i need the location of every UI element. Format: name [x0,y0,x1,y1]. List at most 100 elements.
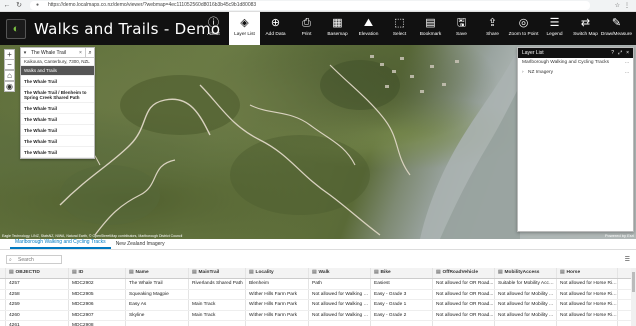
column-header[interactable]: ▤ OffRoadVehicle [433,268,495,278]
map-attribution: Eagle Technology, LINZ, StatsNZ, NIWA, N… [2,234,183,238]
toolbar-share-button[interactable]: ⇪ Share [477,12,508,45]
table-row[interactable]: 4258 MDC2905 Squeaking Magpie Wither Hills … [0,289,636,300]
table-row[interactable]: 4260 MDC2907 Skyline Main Track Wither Hills… [0,310,636,321]
column-header[interactable]: ▤ MobilityAccess [495,268,557,278]
toolbar-elevation-button[interactable]: ⛰ Elevation [353,12,384,45]
search-button[interactable]: ⌕ [85,47,94,58]
address-bar[interactable]: ● https://demo.localmaps.co.nz/demo/view… [30,1,590,10]
toolbar-switch-map-button[interactable]: ⇄ Switch Map [570,12,601,45]
table-cell [189,321,246,326]
column-header[interactable]: ▤ OBJECTID [6,268,69,278]
tab-walking-cycling[interactable]: Marlborough Walking and Cycling Tracks [10,239,111,249]
layer-menu-icon[interactable]: ... [625,70,629,76]
table-cell: Skyline [126,310,189,320]
field-type-icon: ▤ [312,270,317,275]
table-cell [495,321,557,326]
layer-menu-icon[interactable]: ... [625,60,629,66]
basemap-icon: ▦ [332,17,343,29]
toolbar-label: Save [456,32,467,37]
suggestion-item[interactable]: The Whale Trail [21,103,94,114]
draw-measure-icon: ✎ [611,17,622,29]
table-cell: MDC2906 [69,300,126,310]
table-cell [189,289,246,299]
table-cell: Not allowed for Horse Ridi... [557,300,618,310]
elevation-icon: ⛰ [363,17,374,29]
source-dropdown-icon[interactable]: ▾ [21,50,29,56]
layer-list-title: Layer List [522,50,544,56]
esri-credit[interactable]: Powered by Esri [605,233,634,238]
table-cell: Path [309,279,371,289]
toolbar-select-button[interactable]: ⬚ Select [384,12,415,45]
table-cell: Blenheim [246,279,309,289]
suggestion-item[interactable]: The Whale Trail [21,114,94,125]
column-header[interactable]: ▤ Name [126,268,189,278]
toolbar-layer-list-button[interactable]: ◈ Layer List [229,12,260,45]
toolbar-draw-measure-button[interactable]: ✎ Draw/Measure [601,12,632,45]
suggestion-item[interactable]: The Whale Trail [21,136,94,147]
column-header[interactable]: ▤ Bike [371,268,433,278]
url-text: https://demo.localmaps.co.nz/demo/viewer… [48,2,257,8]
table-row[interactable]: 4261 MDC2908 [0,321,636,326]
browser-actions: ☆ ⋮ [615,2,630,9]
menu-icon[interactable]: ☰ [625,256,630,263]
table-cell: Not allowed for OR Road... [433,289,495,299]
table-cell: Not allowed for Mobility Acc... [495,289,557,299]
help-icon[interactable]: ? [611,48,614,58]
toolbar-print-button[interactable]: ⎙ Print [291,12,322,45]
column-header[interactable]: ▤ Locality [246,268,309,278]
menu-icon[interactable]: ⋮ [624,2,630,9]
table-cell: Easy - Grade 1 [371,300,433,310]
star-icon[interactable]: ☆ [615,2,620,9]
legend-icon: ☰ [549,17,560,29]
column-header[interactable]: ▤ ID [69,268,126,278]
suggestion-item[interactable]: The Whale Trail / Blenheim to Spring Cre… [21,87,94,103]
table-cell: Not allowed for OR Road... [433,279,495,289]
search-widget: ▾ The Whale Trail × ⌕ Kaikoura, Canterbu… [20,47,95,159]
address-suggestion[interactable]: Kaikoura, Canterbury, 7300, NZL [21,58,94,66]
table-row[interactable]: 4259 MDC2906 Easy As Main Track Wither Hills… [0,300,636,311]
table-cell: 4259 [6,300,69,310]
table-cell: MDC2902 [69,279,126,289]
locate-button[interactable]: ◉ [4,81,15,92]
table-cell [126,321,189,326]
layer-item[interactable]: › NZ Imagery ... [518,68,633,78]
toolbar-bookmark-button[interactable]: ▤ Bookmark [415,12,446,45]
table-cell: Wither Hills Farm Park [246,300,309,310]
table-cell: Squeaking Magpie [126,289,189,299]
maximize-icon[interactable]: ⤢ [618,48,622,58]
table-cell: Not allowed for OR Road... [433,300,495,310]
toolbar-zoom-to-point-button[interactable]: ◎ Zoom to Point [508,12,539,45]
zoom-out-button[interactable]: − [4,59,15,70]
toolbar-add-data-button[interactable]: ⊕ Add Data [260,12,291,45]
toolbar-legend-button[interactable]: ☰ Legend [539,12,570,45]
reload-icon[interactable]: ↻ [14,1,24,11]
add-data-icon: ⊕ [270,17,281,29]
suggestion-item[interactable]: The Whale Trail [21,76,94,87]
table-row[interactable]: 4257 MDC2902 The Whale Trail Riverlands Sha… [0,279,636,290]
search-input[interactable]: The Whale Trail [29,50,79,56]
tab-nz-imagery[interactable]: New Zealand Imagery [111,241,170,249]
close-icon[interactable]: × [626,48,629,58]
field-type-icon: ▤ [72,270,77,275]
table-cell: Not allowed for Horse Ridi... [557,279,618,289]
table-search-input[interactable]: ⌕ Search [6,255,62,264]
layer-name: Marlborough Walking and Cycling Tracks [522,60,610,65]
suggestion-item[interactable]: The Whale Trail [21,147,94,158]
column-header[interactable]: ▤ Horse [557,268,618,278]
browser-bar: ← ↻ ● https://demo.localmaps.co.nz/demo/… [0,0,636,12]
back-icon[interactable]: ← [2,1,12,11]
table-cell: Wither Hills Farm Park [246,289,309,299]
toolbar-save-button[interactable]: 🖫 Save [446,12,477,45]
table-cell: 4261 [6,321,69,326]
table-cell: Easy - Grade 3 [371,289,433,299]
toolbar-about-button[interactable]: ⓘ About [198,12,229,45]
column-header[interactable]: ▤ MainTrail [189,268,246,278]
grid-scrollbar[interactable] [631,268,636,326]
column-header[interactable]: ▤ Walk [309,268,371,278]
suggestion-item[interactable]: The Whale Trail [21,125,94,136]
layer-list-panel: Layer List ? ⤢ × Marlborough Walking and… [517,47,634,232]
layer-item[interactable]: Marlborough Walking and Cycling Tracks .… [518,58,633,68]
home-button[interactable]: ⌂ [4,70,15,81]
toolbar-basemap-button[interactable]: ▦ Basemap [322,12,353,45]
layers-icon: ◈ [240,17,249,29]
